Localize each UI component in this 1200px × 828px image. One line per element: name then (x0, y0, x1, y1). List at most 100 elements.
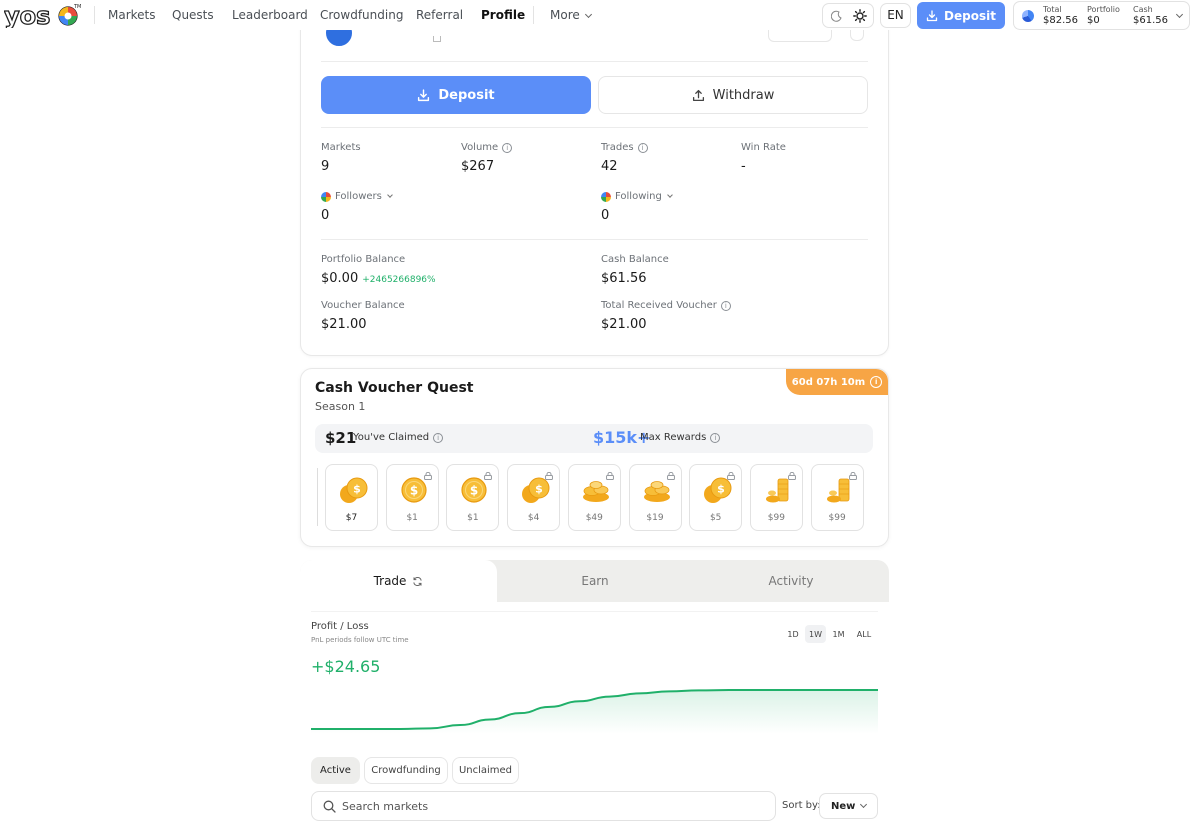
following-label: Following (615, 191, 662, 202)
reward-tile[interactable]: $99 (810, 464, 864, 531)
info-icon[interactable]: i (433, 432, 444, 443)
cash-balance-label: Cash Balance (601, 254, 669, 265)
nav-leaderboard[interactable]: Leaderboard (232, 8, 308, 22)
followers-value: 0 (321, 208, 330, 223)
nav-markets[interactable]: Markets (108, 8, 156, 22)
info-icon[interactable]: i (710, 432, 721, 443)
followers-dropdown[interactable]: Followers (321, 191, 393, 202)
quest-timer: 60d 07h 10m i (786, 369, 888, 395)
nav-deposit-button[interactable]: Deposit (917, 2, 1005, 29)
win-rate-stat-label-text: Win Rate (741, 142, 786, 153)
period-all[interactable]: ALL (852, 625, 876, 643)
profile-menu-button[interactable] (850, 30, 864, 41)
divider (321, 127, 868, 128)
total-received-voucher-label-text: Total Received Voucher (601, 300, 717, 311)
search-placeholder: Search markets (342, 800, 429, 813)
tab-activity-label: Activity (768, 574, 814, 588)
moon-icon[interactable] (831, 10, 843, 22)
portfolio-change: +2465266896% (362, 275, 436, 285)
reward-value: $1 (406, 513, 418, 523)
nav-quests[interactable]: Quests (172, 8, 214, 22)
reward-tile[interactable]: $ $4 (507, 464, 561, 531)
markets-stat-label-text: Markets (321, 142, 361, 153)
wallet-total-value: $82.56 (1043, 15, 1078, 26)
reward-tile[interactable]: $ $7 (325, 464, 378, 531)
info-icon[interactable]: i (502, 142, 513, 153)
reward-tile[interactable]: $19 (628, 464, 682, 531)
svg-text:TM: TM (73, 4, 81, 10)
logo[interactable]: yos TM (4, 2, 82, 28)
withdraw-button[interactable]: Withdraw (598, 76, 868, 114)
pnl-subtitle: PnL periods follow UTC time (311, 636, 409, 644)
wallet-portfolio-label: Portfolio (1087, 5, 1120, 14)
pnl-title: Profit / Loss (311, 621, 369, 632)
copy-icon[interactable] (433, 36, 441, 42)
deposit-button[interactable]: Deposit (321, 76, 591, 114)
tab-earn-label: Earn (581, 574, 609, 588)
info-icon[interactable]: i (720, 300, 731, 311)
reward-value: $49 (585, 513, 603, 523)
trades-stat-label-text: Trades (601, 142, 634, 153)
profile-action-button[interactable] (768, 30, 832, 42)
nav-profile[interactable]: Profile (481, 8, 525, 22)
trades-stat-value: 42 (601, 159, 618, 174)
markets-stat-value: 9 (321, 159, 330, 174)
tab-trade-label: Trade (373, 574, 407, 588)
avatar[interactable] (324, 30, 354, 48)
info-icon[interactable]: i (637, 142, 648, 153)
reward-tile[interactable]: $99 (749, 464, 803, 531)
search-input[interactable]: Search markets (311, 791, 776, 821)
tab-earn[interactable]: Earn (497, 560, 693, 602)
voucher-balance-label: Voucher Balance (321, 300, 405, 311)
sort-select[interactable]: New (819, 793, 878, 819)
filter-crowdfunding[interactable]: Crowdfunding (364, 757, 448, 784)
reward-tile[interactable]: $49 (567, 464, 621, 531)
quest-timer-text: 60d 07h 10m (791, 376, 866, 388)
top-nav: yos TM Markets Quests Leaderboard Crowdf… (0, 0, 1200, 30)
nav-more-label: More (550, 8, 580, 22)
chevron-down-icon[interactable] (1175, 10, 1184, 19)
nav-crowdfunding[interactable]: Crowdfunding (320, 8, 403, 22)
svg-text:$: $ (353, 483, 361, 496)
language-button[interactable]: EN (880, 3, 911, 28)
reward-value: $1 (467, 513, 479, 523)
filter-unclaimed[interactable]: Unclaimed (452, 757, 519, 784)
refresh-icon[interactable] (412, 576, 423, 587)
period-1w[interactable]: 1W (805, 625, 826, 643)
max-rewards-label: Max Rewards i (640, 432, 721, 443)
tab-activity[interactable]: Activity (693, 560, 889, 602)
total-received-voucher-value: $21.00 (601, 317, 647, 332)
sort-label: Sort by: (782, 800, 821, 811)
quest-summary: $21 You've Claimed i $15k+ Max Rewards i (315, 424, 873, 453)
reward-tile[interactable]: $ $5 (689, 464, 743, 531)
info-icon[interactable]: i (870, 376, 883, 388)
chevron-down-icon (860, 800, 868, 808)
theme-toggle[interactable] (822, 3, 874, 28)
nav-deposit-label: Deposit (944, 8, 996, 23)
svg-text:$: $ (410, 484, 418, 498)
following-dropdown[interactable]: Following (601, 191, 673, 202)
globe-icon (321, 191, 331, 202)
reward-tile[interactable]: $ $1 (446, 464, 500, 531)
portfolio-balance-label: Portfolio Balance (321, 254, 405, 265)
reward-tile[interactable]: $ $1 (385, 464, 439, 531)
portfolio-balance-label-text: Portfolio Balance (321, 254, 406, 265)
filter-active[interactable]: Active (311, 757, 360, 784)
period-1d[interactable]: 1D (783, 625, 803, 643)
profile-tabs: Trade Earn Activity (300, 560, 889, 602)
period-1m[interactable]: 1M (828, 625, 849, 643)
reward-value: $99 (828, 513, 846, 523)
wallet-summary[interactable]: Total $82.56 Portfolio $0 Cash $61.56 (1013, 1, 1190, 30)
nav-divider (94, 6, 95, 24)
nav-referral[interactable]: Referral (416, 8, 463, 22)
claimed-label: You've Claimed i (353, 432, 444, 443)
tab-trade[interactable]: Trade (300, 560, 497, 602)
svg-text:yos: yos (4, 2, 50, 28)
nav-more[interactable]: More (550, 8, 592, 22)
lock-icon (423, 469, 432, 481)
sun-icon[interactable] (853, 9, 867, 23)
divider (311, 611, 878, 612)
svg-text:$: $ (717, 483, 725, 496)
pnl-value: +$24.65 (311, 657, 381, 676)
pnl-chart (311, 689, 878, 734)
